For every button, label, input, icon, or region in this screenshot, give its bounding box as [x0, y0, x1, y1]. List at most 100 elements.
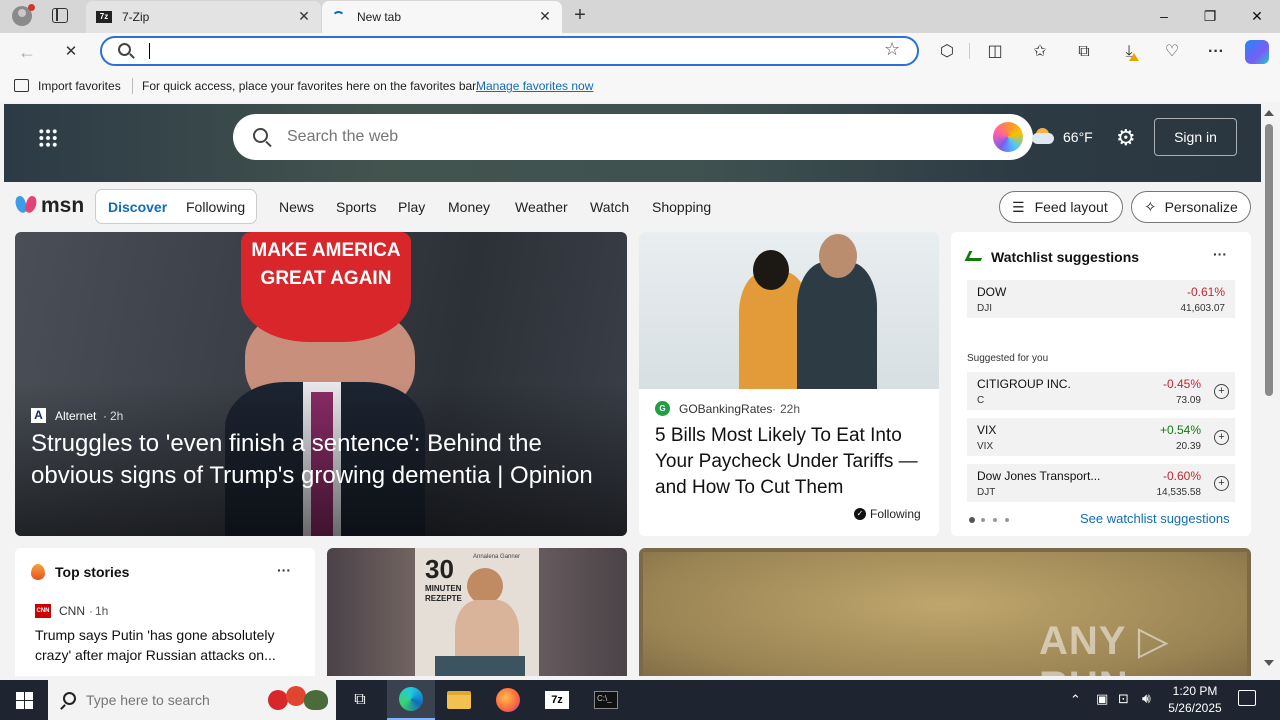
start-button[interactable] — [0, 680, 48, 720]
msn-logo[interactable]: msn — [13, 192, 84, 220]
copilot-search-icon[interactable] — [993, 122, 1023, 152]
copilot-icon[interactable] — [1245, 40, 1269, 64]
minimize-button[interactable]: – — [1141, 4, 1187, 30]
cnn-logo-icon: CNN — [35, 604, 51, 618]
stock-row-citigroup[interactable]: CITIGROUP INC. C -0.45% 73.09 + — [967, 372, 1235, 410]
top-stories-more-button[interactable]: ··· — [277, 562, 291, 578]
stock-row-dow-transport[interactable]: Dow Jones Transport... DJT -0.60% 14,535… — [967, 464, 1235, 502]
hat-line-1: MAKE AMERICA — [251, 240, 401, 261]
tab-following[interactable]: Following — [186, 199, 245, 215]
close-tab-icon[interactable]: ✕ — [295, 8, 313, 25]
favorites-bar: Import favorites For quick access, place… — [0, 70, 1280, 102]
story-source: CNN — [59, 604, 85, 618]
nav-sports[interactable]: Sports — [336, 199, 376, 215]
address-bar[interactable]: ☆ — [100, 36, 919, 66]
taskbar-search-input[interactable] — [86, 690, 256, 710]
file-explorer-icon[interactable] — [435, 680, 483, 720]
sign-in-button[interactable]: Sign in — [1154, 118, 1237, 156]
article-card-gobankingrates[interactable]: G GOBankingRates · 22h 5 Bills Most Like… — [639, 232, 939, 536]
settings-gear-icon[interactable]: ⚙ — [1116, 125, 1136, 151]
feed-layout-button[interactable]: ☰ Feed layout — [999, 191, 1123, 223]
story-headline[interactable]: Trump says Putin 'has gone absolutely cr… — [35, 625, 297, 665]
edge-taskbar-icon[interactable] — [387, 680, 435, 720]
notifications-icon[interactable] — [1238, 690, 1256, 706]
web-search-input[interactable] — [287, 126, 967, 148]
manage-favorites-link[interactable]: Manage favorites now — [476, 79, 593, 93]
clock[interactable]: 1:20 PM 5/26/2025 — [1166, 683, 1224, 717]
article-image — [639, 232, 939, 389]
taskbar-search-box[interactable] — [48, 680, 336, 720]
tab-new-tab[interactable]: New tab ✕ — [322, 1, 562, 33]
nav-watch[interactable]: Watch — [590, 199, 629, 215]
network-icon[interactable]: ⊡ — [1118, 691, 1129, 707]
device-icon[interactable]: ▣ — [1096, 691, 1108, 707]
following-check-icon: ✓ — [854, 508, 866, 520]
split-screen-icon[interactable]: ◫ — [984, 41, 1006, 63]
add-to-watchlist-icon[interactable]: + — [1214, 384, 1229, 399]
nav-weather[interactable]: Weather — [515, 199, 568, 215]
watchlist-more-button[interactable]: ··· — [1213, 246, 1227, 262]
scroll-up-icon[interactable] — [1264, 110, 1274, 116]
book-author: Annalena Ganner — [473, 554, 521, 560]
task-view-icon[interactable]: ⧉ — [336, 680, 384, 720]
tab-discover[interactable]: Discover — [108, 199, 167, 215]
source-separator: · — [89, 604, 93, 618]
nav-shopping[interactable]: Shopping — [652, 199, 711, 215]
hero-article-card[interactable]: MAKE AMERICA GREAT AGAIN A Alternet · 2h… — [15, 232, 627, 536]
web-search-box[interactable] — [233, 114, 1033, 160]
following-label[interactable]: Following — [870, 507, 921, 521]
add-to-watchlist-icon[interactable]: + — [1214, 476, 1229, 491]
browser-essentials-icon[interactable]: ♡ — [1161, 41, 1183, 63]
tab-title: New tab — [357, 10, 402, 24]
favorite-star-icon[interactable]: ☆ — [884, 39, 900, 60]
hero-headline[interactable]: Struggles to 'even finish a sentence': B… — [31, 428, 621, 492]
volume-icon[interactable]: 🔊︎ — [1142, 690, 1151, 707]
nav-play[interactable]: Play — [398, 199, 425, 215]
hat-line-2: GREAT AGAIN — [260, 268, 392, 289]
clock-date: 5/26/2025 — [1168, 701, 1222, 715]
msn-page: 66°F ⚙ Sign in msn Discover Following Ne… — [4, 104, 1261, 676]
favbar-divider — [132, 78, 133, 94]
see-watchlist-link[interactable]: See watchlist suggestions — [1080, 511, 1230, 526]
stock-price: 20.39 — [1175, 441, 1201, 452]
firefox-icon[interactable] — [484, 680, 532, 720]
import-favorites-icon — [14, 79, 29, 92]
import-favorites-button[interactable]: Import favorites — [38, 79, 121, 93]
profile-icon[interactable] — [12, 4, 35, 26]
weather-temperature[interactable]: 66°F — [1063, 129, 1093, 145]
back-icon[interactable]: ← — [16, 41, 38, 63]
article-headline[interactable]: 5 Bills Most Likely To Eat Into Your Pay… — [655, 423, 931, 501]
carousel-dots[interactable] — [969, 517, 1019, 523]
extensions-icon[interactable]: ⬡ — [936, 41, 958, 63]
tab-7zip[interactable]: 7z 7-Zip ✕ — [86, 1, 321, 33]
stop-loading-icon[interactable]: ✕ — [60, 41, 82, 63]
scroll-thumb[interactable] — [1265, 124, 1273, 396]
apps-launcher-icon[interactable] — [38, 128, 58, 148]
image-article-card[interactable]: ANY ▷ RUN — [639, 548, 1251, 676]
stock-name: VIX — [977, 423, 997, 437]
nav-news[interactable]: News — [279, 199, 314, 215]
scroll-down-icon[interactable] — [1264, 660, 1274, 666]
stock-change: -0.61% — [1186, 285, 1225, 299]
restore-button[interactable]: ❐ — [1187, 4, 1233, 30]
nav-money[interactable]: Money — [448, 199, 490, 215]
7zip-taskbar-icon[interactable]: 7z — [533, 680, 581, 720]
new-tab-button[interactable]: + — [569, 4, 591, 28]
recipe-book-card[interactable]: 30 MINUTEN REZEPTE Annalena Ganner — [327, 548, 627, 676]
address-input[interactable] — [146, 41, 866, 61]
stock-row-vix[interactable]: VIX VIX +0.54% 20.39 + — [967, 418, 1235, 456]
add-to-watchlist-icon[interactable]: + — [1214, 430, 1229, 445]
terminal-icon[interactable]: C:\_ — [582, 680, 630, 720]
close-window-button[interactable]: ✕ — [1234, 4, 1280, 30]
page-scrollbar[interactable] — [1262, 104, 1276, 676]
browser-toolbar: ← ✕ ☆ ⬡ ◫ ✩ ⧉ ⤓ ♡ ··· — [0, 33, 1280, 70]
close-tab-icon[interactable]: ✕ — [536, 8, 554, 25]
collections-icon[interactable]: ⧉ — [1073, 41, 1095, 63]
tab-actions-icon[interactable] — [52, 8, 68, 23]
favorites-icon[interactable]: ✩ — [1029, 41, 1051, 63]
stock-row-dow[interactable]: DOW DJI -0.61% 41,603.07 — [967, 280, 1235, 318]
settings-more-icon[interactable]: ··· — [1205, 41, 1227, 63]
personalize-button[interactable]: ✧ Personalize — [1131, 191, 1251, 223]
show-hidden-icons[interactable]: ⌃ — [1070, 692, 1081, 708]
download-warning-icon — [1129, 53, 1139, 61]
